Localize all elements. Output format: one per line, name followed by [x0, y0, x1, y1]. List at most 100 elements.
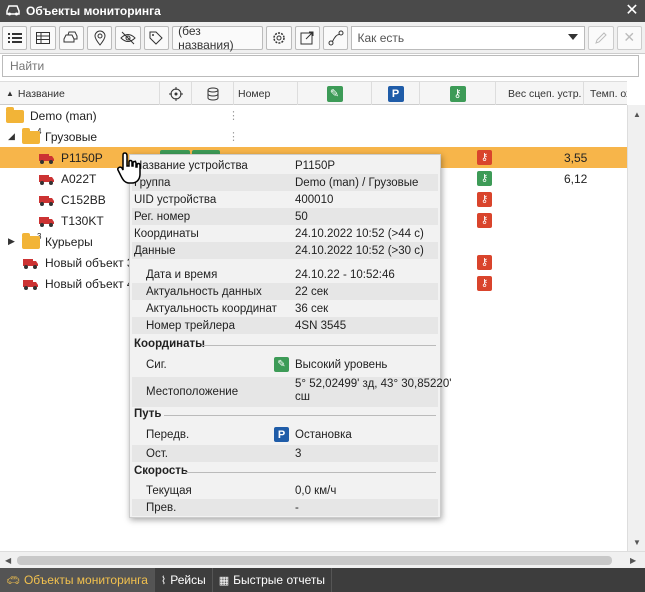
tooltip-key: Рег. номер: [134, 210, 191, 223]
key-icon: ⚷: [477, 171, 492, 186]
group-label: Курьеры: [45, 234, 93, 249]
vehicles-button[interactable]: [58, 25, 85, 50]
collapsed-arrow-icon[interactable]: ▶: [8, 236, 15, 247]
tooltip-row: Название устройства P1150P: [132, 157, 438, 174]
chevron-down-icon: [568, 33, 579, 40]
scroll-right-icon[interactable]: ▶: [630, 556, 636, 565]
scroll-down-icon[interactable]: ▼: [633, 538, 641, 547]
object-name: T130KT: [61, 213, 104, 228]
column-signal[interactable]: ✎: [298, 82, 372, 105]
table-view-button[interactable]: [30, 25, 56, 50]
eye-off-icon: [120, 31, 136, 44]
tooltip-row: Координаты 24.10.2022 10:52 (>44 с): [132, 225, 438, 242]
column-weight[interactable]: Вес сцеп. устр.: [496, 82, 584, 105]
tree-row-group[interactable]: ◢ 4 Грузовые ⋮: [0, 126, 627, 147]
tooltip-row: Местоположение 5° 52,02499' зд, 43° 30,8…: [132, 377, 451, 407]
close-icon[interactable]: ✕: [623, 1, 641, 19]
database-icon: [207, 87, 218, 100]
vertical-scrollbar[interactable]: ▲ ▼: [627, 105, 645, 551]
section-divider: [186, 472, 436, 473]
hide-button[interactable]: [115, 25, 141, 50]
tooltip-row: Текущая 0,0 км/ч: [132, 482, 438, 499]
column-name-label: Название: [17, 87, 65, 100]
tab-quick-reports[interactable]: ▦ Быстрые отчеты: [213, 568, 332, 592]
horizontal-scrollbar[interactable]: ◀ ▶: [0, 551, 645, 568]
tooltip-row: Прев. -: [132, 499, 438, 516]
signal-icon: ✎: [274, 357, 289, 372]
name-filter-button[interactable]: (без названия): [172, 24, 264, 52]
tooltip-value: P1150P: [295, 159, 336, 172]
sort-select[interactable]: Как есть: [351, 25, 586, 50]
tooltip-key: Прев.: [146, 501, 177, 514]
scroll-left-icon[interactable]: ◀: [5, 556, 11, 565]
window-titlebar: Объекты мониторинга ✕: [0, 0, 645, 22]
column-name[interactable]: ▲ Название: [0, 82, 160, 105]
edit-button[interactable]: [588, 25, 614, 50]
object-name: Новый объект 4: [45, 276, 134, 291]
search-input[interactable]: [2, 55, 639, 77]
weight-value: 3,55: [564, 150, 588, 165]
settings-button[interactable]: [266, 25, 292, 50]
tooltip-value: -: [295, 501, 299, 514]
key-icon: ⚷: [477, 255, 492, 270]
location-line: сш: [295, 391, 310, 403]
drag-handle-icon[interactable]: ⋮: [228, 130, 239, 143]
tooltip-value: 400010: [295, 193, 334, 206]
folder-icon: [22, 233, 40, 249]
cars-icon: [63, 31, 78, 42]
tooltip-row: Группа Demo (man) / Грузовые: [132, 174, 438, 191]
truck-icon: [39, 175, 54, 185]
tooltip-row: UID устройства 400010: [132, 191, 438, 208]
key-icon: ⚷: [449, 85, 466, 102]
parking-icon: P: [387, 85, 404, 102]
list-view-button[interactable]: [2, 25, 28, 50]
sort-select-value: Как есть: [357, 30, 405, 45]
column-number[interactable]: Номер: [234, 82, 298, 105]
tooltip-value: 4SN 3545: [295, 319, 347, 332]
tooltip-value: 24.10.2022 10:52 (>44 с): [295, 227, 424, 240]
tag-button[interactable]: [143, 25, 170, 50]
truck-icon: [23, 280, 38, 290]
tree-row-root[interactable]: Demo (man) ⋮: [0, 105, 627, 126]
tooltip-value: 5° 52,02499' зд, 43° 30,85220' сш: [295, 378, 451, 404]
tooltip-key: Сиг.: [146, 359, 167, 371]
scroll-up-icon[interactable]: ▲: [633, 110, 641, 119]
object-name: C152BB: [61, 192, 106, 207]
column-ignition[interactable]: ⚷: [420, 82, 496, 105]
export-button[interactable]: [294, 25, 321, 50]
section-divider: [202, 345, 436, 346]
group-label: Demo (man): [30, 108, 97, 123]
column-parking[interactable]: P: [372, 82, 420, 105]
hand-cursor-icon: [117, 152, 141, 184]
tooltip-key: Текущая: [146, 484, 192, 497]
tooltip-row: Ост. 3: [132, 445, 438, 462]
tooltip-value: Остановка: [295, 429, 352, 441]
tooltip-row: Дата и время 24.10.22 - 10:52:46: [132, 266, 438, 283]
tooltip-row: Рег. номер 50: [132, 208, 438, 225]
truck-icon: [39, 196, 54, 206]
location-pin-icon: [94, 30, 106, 46]
drag-handle-icon[interactable]: ⋮: [228, 109, 239, 122]
route-button[interactable]: [323, 25, 349, 50]
window-title: Объекты мониторинга: [26, 4, 161, 18]
truck-icon: [23, 259, 38, 269]
column-temp[interactable]: Темп. ох: [584, 82, 627, 105]
geofence-button[interactable]: [87, 25, 113, 50]
sort-up-icon: ▲: [6, 89, 14, 98]
column-location[interactable]: [160, 82, 192, 105]
gear-icon: [273, 31, 285, 44]
object-tooltip: Название устройства P1150P Группа Demo (ma…: [129, 154, 451, 518]
tooltip-value: 3: [295, 447, 302, 460]
delete-button[interactable]: ✕: [616, 25, 642, 50]
tooltip-section-title: Путь: [134, 408, 162, 420]
tab-monitoring-objects[interactable]: 🚗︎ Объекты мониторинга: [0, 568, 155, 592]
expanded-arrow-icon[interactable]: ◢: [8, 131, 15, 142]
tag-icon: [149, 31, 164, 45]
column-database[interactable]: [192, 82, 234, 105]
crosshair-icon: [168, 86, 183, 101]
scrollbar-thumb[interactable]: [17, 556, 612, 565]
tooltip-key: Данные: [134, 244, 176, 257]
tooltip-key: Актуальность координат: [146, 302, 277, 315]
tooltip-key: Номер трейлера: [146, 319, 235, 332]
tab-trips[interactable]: ⌇ Рейсы: [155, 568, 213, 592]
